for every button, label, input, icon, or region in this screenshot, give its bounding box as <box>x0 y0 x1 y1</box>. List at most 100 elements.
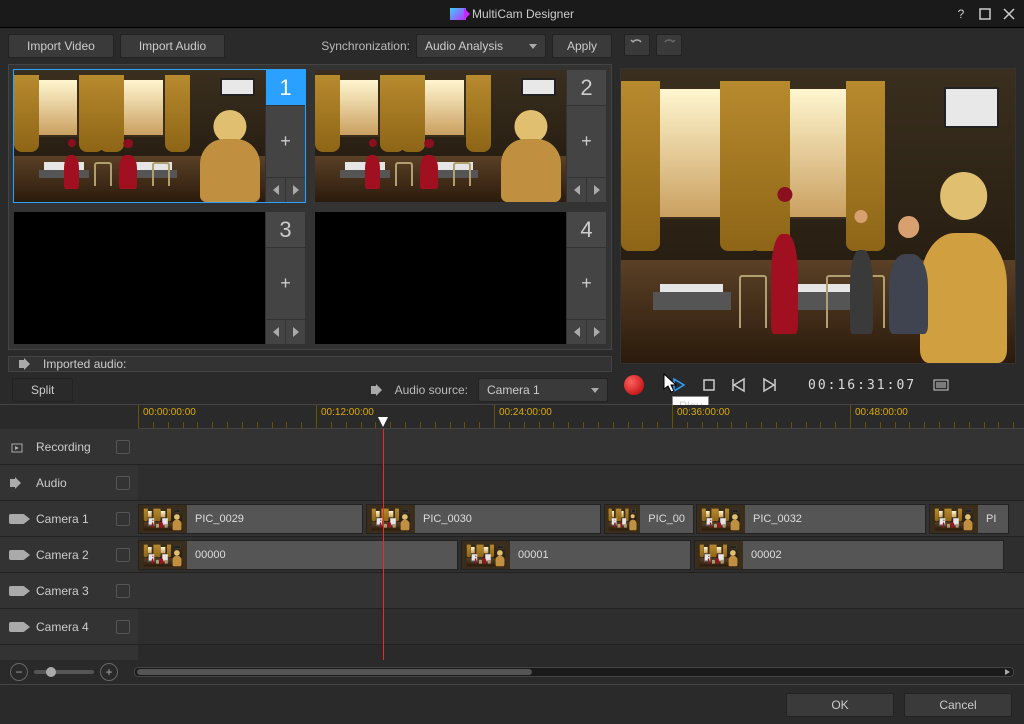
camera-add-1[interactable]: + <box>266 106 305 178</box>
clip[interactable]: 00002 <box>694 540 1004 570</box>
camera-number-2[interactable]: 2 <box>567 70 606 106</box>
camera-next-2[interactable] <box>587 178 606 202</box>
track-options-icon[interactable] <box>116 548 130 562</box>
ruler-tick: 00:36:00:00 <box>672 405 673 428</box>
record-button[interactable] <box>624 375 644 395</box>
clip[interactable]: 00001 <box>461 540 691 570</box>
window-title: MultiCam Designer <box>450 7 574 21</box>
track-header-recording[interactable]: Recording <box>0 429 138 465</box>
scroll-left-button[interactable] <box>134 668 148 676</box>
track-header-camera-2[interactable]: Camera 2 <box>0 537 138 573</box>
play-button[interactable] <box>668 374 690 396</box>
undo-button[interactable] <box>624 34 650 56</box>
camera-number-3[interactable]: 3 <box>266 212 305 248</box>
chevron-down-icon <box>591 388 599 393</box>
timeline-panel: 00:00:00:0000:12:00:0000:24:00:0000:36:0… <box>0 404 1024 684</box>
track-options-icon[interactable] <box>116 620 130 634</box>
cam-icon <box>8 550 26 560</box>
zoom-out-button[interactable]: − <box>10 663 28 681</box>
camera-thumb-4 <box>315 212 566 344</box>
playhead-marker[interactable] <box>378 417 388 427</box>
clip[interactable]: PI <box>929 504 1009 534</box>
track-row-camera-4[interactable] <box>138 609 1024 645</box>
camera-cell-3[interactable]: 3+ <box>13 211 306 345</box>
track-options-icon[interactable] <box>116 476 130 490</box>
track-row-audio[interactable] <box>138 465 1024 501</box>
clip-thumb <box>462 541 510 569</box>
cam-icon <box>8 622 26 632</box>
audio-source-select[interactable]: Camera 1 <box>478 378 608 402</box>
cancel-button[interactable]: Cancel <box>904 693 1012 717</box>
track-row-camera-1[interactable]: PIC_0029 PIC_0030 PIC_00 PIC_0032 PI <box>138 501 1024 537</box>
track-header-camera-3[interactable]: Camera 3 <box>0 573 138 609</box>
camera-cell-2[interactable]: 2+ <box>314 69 607 203</box>
camera-prev-3[interactable] <box>266 320 286 344</box>
preview-monitor <box>620 68 1016 364</box>
track-options-icon[interactable] <box>116 512 130 526</box>
clip-thumb <box>930 505 978 533</box>
track-header-camera-4[interactable]: Camera 4 <box>0 609 138 645</box>
app-icon <box>450 8 466 20</box>
audio-icon <box>8 477 26 489</box>
import-audio-button[interactable]: Import Audio <box>120 34 225 58</box>
clip[interactable]: PIC_0029 <box>138 504 363 534</box>
camera-next-4[interactable] <box>587 320 606 344</box>
chevron-down-icon <box>529 44 537 49</box>
clip-name: PIC_0030 <box>415 513 480 525</box>
track-header-camera-1[interactable]: Camera 1 <box>0 501 138 537</box>
ruler-tick: 00:48:00:00 <box>850 405 851 428</box>
clip-name: PIC_0029 <box>187 513 252 525</box>
camera-cell-1[interactable]: 1+ <box>13 69 306 203</box>
clip[interactable]: PIC_0030 <box>366 504 601 534</box>
window-title-text: MultiCam Designer <box>472 7 574 21</box>
playhead-line[interactable] <box>383 429 384 660</box>
scroll-right-button[interactable] <box>1000 668 1014 676</box>
track-area[interactable]: PIC_0029PIC_0030PIC_00PIC_0032PI00000000… <box>138 429 1024 660</box>
timeline-scrollbar[interactable] <box>134 667 1014 677</box>
track-options-icon[interactable] <box>116 584 130 598</box>
zoom-slider[interactable] <box>34 670 94 674</box>
clip[interactable]: PIC_00 <box>604 504 694 534</box>
clip-name: 00002 <box>743 549 790 561</box>
redo-button[interactable] <box>656 34 682 56</box>
import-video-button[interactable]: Import Video <box>8 34 114 58</box>
sync-select[interactable]: Audio Analysis <box>416 34 546 58</box>
camera-next-3[interactable] <box>286 320 305 344</box>
camera-prev-4[interactable] <box>567 320 587 344</box>
track-row-camera-3[interactable] <box>138 573 1024 609</box>
speaker-icon <box>19 358 33 370</box>
camera-prev-2[interactable] <box>567 178 587 202</box>
clip-thumb <box>139 541 187 569</box>
camera-next-1[interactable] <box>286 178 305 202</box>
track-options-icon[interactable] <box>116 440 130 454</box>
help-button[interactable]: ? <box>950 4 972 24</box>
camera-add-2[interactable]: + <box>567 106 606 178</box>
camera-number-1[interactable]: 1 <box>266 70 305 106</box>
camera-add-4[interactable]: + <box>567 248 606 320</box>
display-options-button[interactable] <box>930 374 952 396</box>
camera-cell-4[interactable]: 4+ <box>314 211 607 345</box>
camera-prev-1[interactable] <box>266 178 286 202</box>
split-button[interactable]: Split <box>12 378 73 402</box>
camera-add-3[interactable]: + <box>266 248 305 320</box>
maximize-button[interactable] <box>974 4 996 24</box>
track-row-recording[interactable] <box>138 429 1024 465</box>
apply-button[interactable]: Apply <box>552 34 612 58</box>
zoom-in-button[interactable]: + <box>100 663 118 681</box>
track-header-audio[interactable]: Audio <box>0 465 138 501</box>
track-row-camera-2[interactable]: 0000000001 00002 <box>138 537 1024 573</box>
next-frame-button[interactable] <box>758 374 780 396</box>
prev-frame-button[interactable] <box>728 374 750 396</box>
clip[interactable]: 00000 <box>138 540 458 570</box>
clip-name: PIC_0032 <box>745 513 810 525</box>
stop-button[interactable] <box>698 374 720 396</box>
timeline-ruler[interactable]: 00:00:00:0000:12:00:0000:24:00:0000:36:0… <box>0 405 1024 429</box>
camera-number-4[interactable]: 4 <box>567 212 606 248</box>
ruler-tick: 00:00:00:00 <box>138 405 139 428</box>
clip-thumb <box>367 505 415 533</box>
clip-thumb <box>697 505 745 533</box>
close-button[interactable] <box>998 4 1020 24</box>
clip[interactable]: PIC_0032 <box>696 504 926 534</box>
ruler-tick: 00:24:00:00 <box>494 405 495 428</box>
ok-button[interactable]: OK <box>786 693 894 717</box>
